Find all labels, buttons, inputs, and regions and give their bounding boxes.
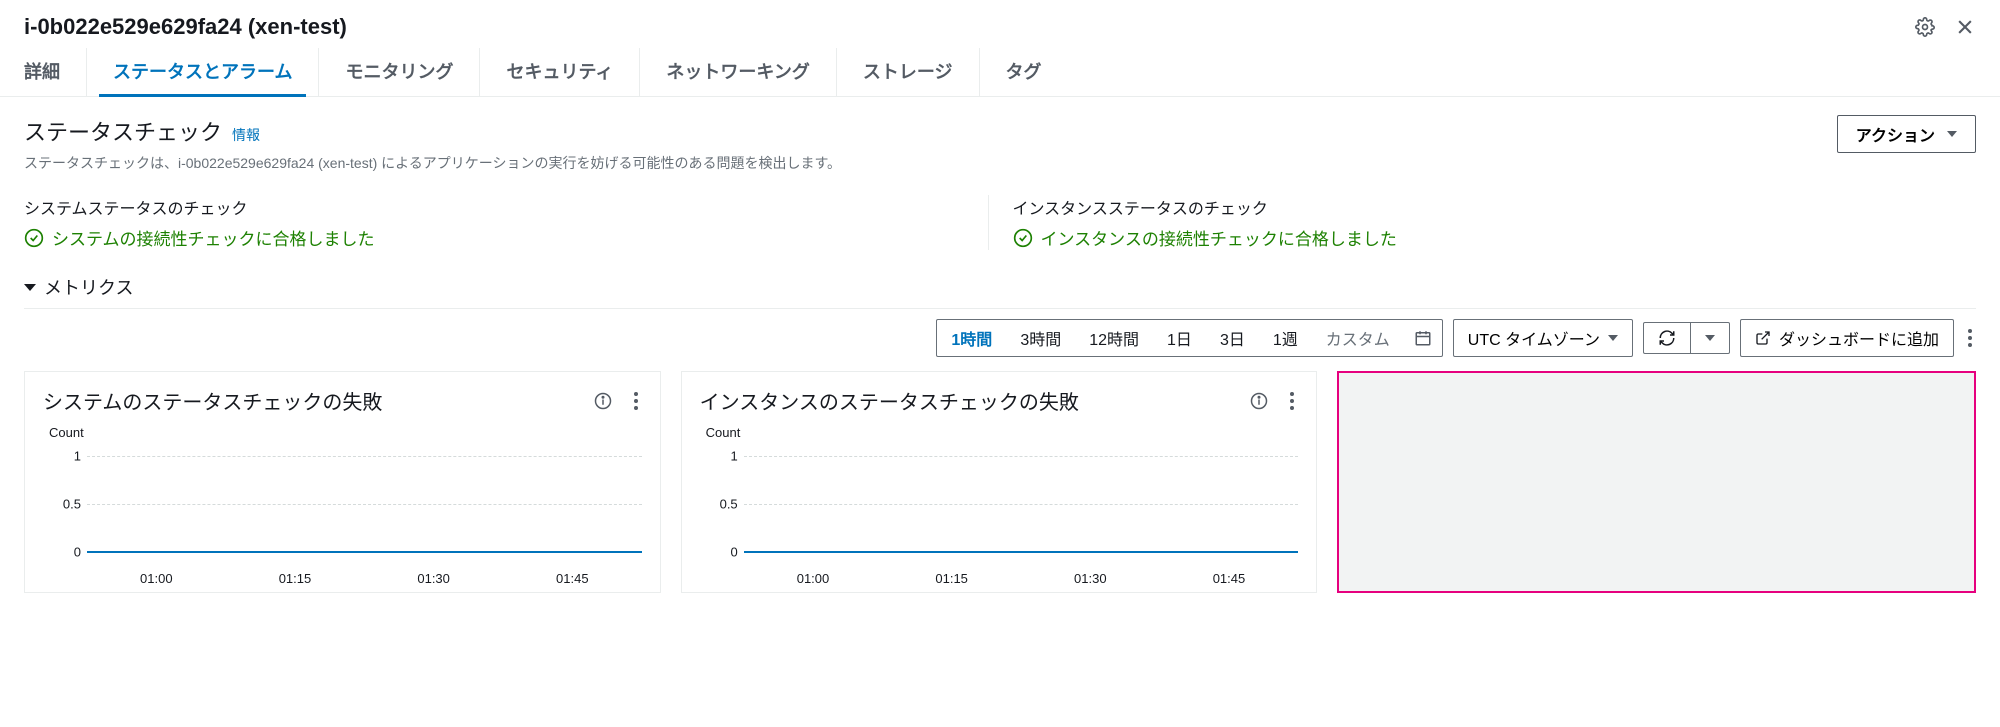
status-label: インスタンスステータスのチェック <box>1013 195 1953 219</box>
metrics-heading: メトリクス <box>44 274 133 300</box>
range-3d[interactable]: 3日 <box>1206 320 1259 356</box>
add-to-dashboard-button[interactable]: ダッシュボードに追加 <box>1740 319 1954 357</box>
status-instance: インスタンスステータスのチェック インスタンスの接続性チェックに合格しました <box>988 195 1977 250</box>
range-custom[interactable]: カスタム <box>1312 320 1404 356</box>
gear-icon[interactable] <box>1914 16 1936 38</box>
chevron-down-icon <box>1608 335 1618 341</box>
metrics-toolbar: 1時間 3時間 12時間 1日 3日 1週 カスタム UTC タイムゾーン <box>24 319 1976 357</box>
range-1h[interactable]: 1時間 <box>937 320 1006 356</box>
range-12h[interactable]: 12時間 <box>1075 320 1153 356</box>
section-description: ステータスチェックは、i-0b022e529e629fa24 (xen-test… <box>24 153 841 173</box>
panel-more-button[interactable] <box>1286 388 1298 414</box>
tabs: 詳細 ステータスとアラーム モニタリング セキュリティ ネットワーキング ストレ… <box>0 48 2000 97</box>
info-link[interactable]: 情報 <box>232 125 260 145</box>
tab-details[interactable]: 詳細 <box>24 48 87 96</box>
instance-title: i-0b022e529e629fa24 (xen-test) <box>24 14 347 40</box>
header-actions <box>1914 16 1976 38</box>
chart-ylabel: Count <box>49 425 642 440</box>
chart-xticks: 01:00 01:15 01:30 01:45 <box>87 571 642 586</box>
refresh-menu-button[interactable] <box>1691 322 1730 354</box>
status-value: システムの接続性チェックに合格しました <box>24 225 964 250</box>
metric-panels: システムのステータスチェックの失敗 Count 1 0.5 0 01:00 <box>24 371 1976 593</box>
range-1w[interactable]: 1週 <box>1259 320 1312 356</box>
check-circle-icon <box>24 228 44 248</box>
panel-header: i-0b022e529e629fa24 (xen-test) <box>0 0 2000 48</box>
chevron-down-icon <box>1705 335 1715 341</box>
panel-system-status-failed: システムのステータスチェックの失敗 Count 1 0.5 0 01:00 <box>24 371 661 593</box>
actions-button[interactable]: アクション <box>1837 115 1976 153</box>
refresh-icon <box>1658 329 1676 347</box>
tab-monitoring[interactable]: モニタリング <box>319 48 480 96</box>
timezone-select[interactable]: UTC タイムゾーン <box>1453 319 1633 357</box>
tab-storage[interactable]: ストレージ <box>837 48 980 96</box>
external-icon <box>1755 330 1771 346</box>
calendar-button[interactable] <box>1404 320 1442 356</box>
status-system: システムステータスのチェック システムの接続性チェックに合格しました <box>24 195 988 250</box>
chart-system: 1 0.5 0 01:00 01:15 01:30 01:45 <box>43 444 642 564</box>
status-checks: システムステータスのチェック システムの接続性チェックに合格しました インスタン… <box>24 195 1976 250</box>
panel-title: システムのステータスチェックの失敗 <box>43 386 382 415</box>
range-1d[interactable]: 1日 <box>1153 320 1206 356</box>
refresh-button[interactable] <box>1643 322 1691 354</box>
actions-button-label: アクション <box>1856 122 1935 146</box>
section-header: ステータスチェック 情報 ステータスチェックは、i-0b022e529e629f… <box>24 115 1976 173</box>
check-circle-icon <box>1013 228 1033 248</box>
chevron-down-icon <box>1947 131 1957 137</box>
tab-networking[interactable]: ネットワーキング <box>640 48 836 96</box>
panel-title: インスタンスのステータスチェックの失敗 <box>700 386 1079 415</box>
tab-tags[interactable]: タグ <box>980 48 1068 96</box>
panel-instance-status-failed: インスタンスのステータスチェックの失敗 Count 1 0.5 0 01: <box>681 371 1318 593</box>
panel-empty-highlighted <box>1337 371 1976 593</box>
refresh-group <box>1643 322 1730 354</box>
calendar-icon <box>1414 329 1432 347</box>
chart-xticks: 01:00 01:15 01:30 01:45 <box>744 571 1299 586</box>
status-value: インスタンスの接続性チェックに合格しました <box>1013 225 1953 250</box>
chart-ylabel: Count <box>706 425 1299 440</box>
info-icon[interactable] <box>594 392 612 410</box>
info-icon[interactable] <box>1250 392 1268 410</box>
chart-instance: 1 0.5 0 01:00 01:15 01:30 01:45 <box>700 444 1299 564</box>
chevron-down-icon <box>24 284 36 291</box>
tab-security[interactable]: セキュリティ <box>480 48 640 96</box>
section-title: ステータスチェック <box>24 115 222 147</box>
tab-status-alarms[interactable]: ステータスとアラーム <box>87 48 319 96</box>
time-range-group: 1時間 3時間 12時間 1日 3日 1週 カスタム <box>936 319 1442 357</box>
metrics-toggle[interactable]: メトリクス <box>24 274 1976 309</box>
toolbar-more-button[interactable] <box>1964 325 1976 351</box>
range-3h[interactable]: 3時間 <box>1006 320 1075 356</box>
panel-more-button[interactable] <box>630 388 642 414</box>
close-icon[interactable] <box>1954 16 1976 38</box>
status-label: システムステータスのチェック <box>24 195 964 219</box>
